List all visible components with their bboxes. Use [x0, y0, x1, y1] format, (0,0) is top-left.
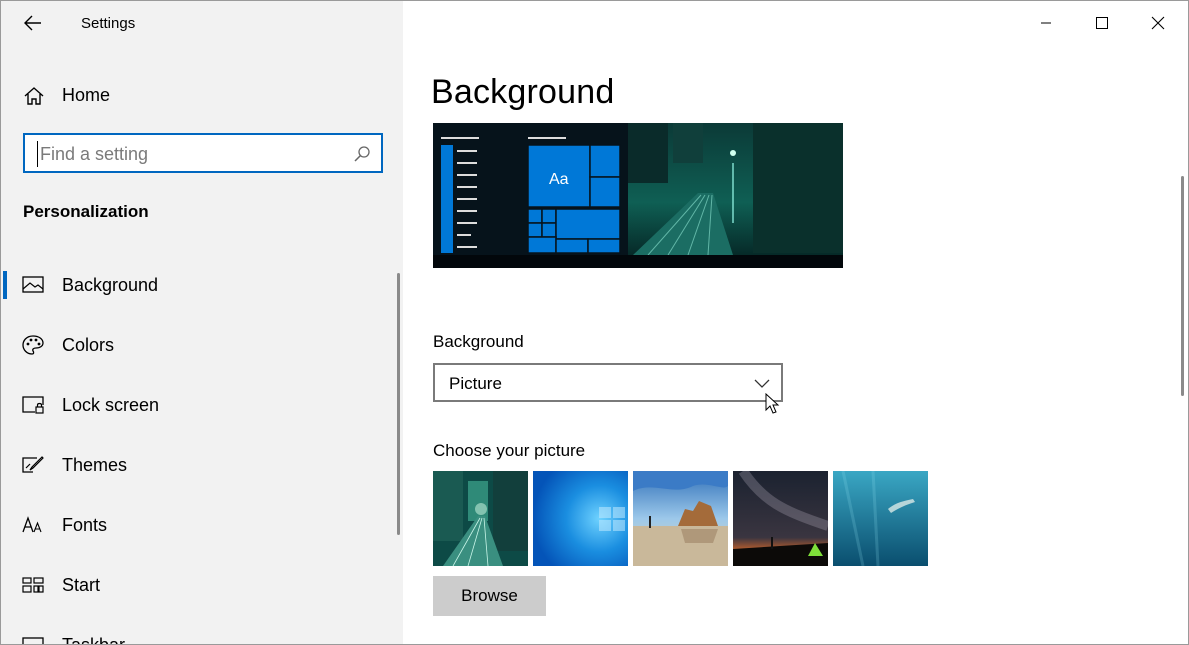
sidebar-item-taskbar[interactable]: Taskbar [1, 623, 397, 645]
minimize-button[interactable] [1031, 9, 1061, 37]
background-label: Background [433, 332, 524, 351]
sidebar-item-label: Home [62, 85, 111, 105]
back-button[interactable] [19, 11, 47, 35]
close-icon [1151, 16, 1165, 30]
close-button[interactable] [1143, 9, 1173, 37]
sidebar-item-label: Start [62, 575, 101, 595]
sidebar-item-label: Taskbar [62, 635, 126, 645]
mouse-cursor-icon [765, 393, 780, 414]
sidebar-item-lock-screen[interactable]: Lock screen [1, 383, 397, 427]
sidebar-item-home[interactable]: Home [1, 75, 403, 115]
picture-thumbnail-4[interactable] [733, 471, 828, 566]
active-indicator [3, 271, 7, 299]
sidebar-item-label: Background [62, 275, 159, 295]
sidebar-item-colors[interactable]: Colors [1, 323, 397, 367]
app-title: Settings [81, 15, 136, 32]
maximize-icon [1096, 17, 1108, 29]
section-title: Personalization [23, 202, 149, 221]
sidebar-item-label: Colors [62, 335, 115, 355]
sidebar-item-label: Themes [62, 455, 128, 475]
maximize-button[interactable] [1087, 9, 1117, 37]
dropdown-value: Picture [449, 374, 502, 393]
picture-thumbnail-3[interactable] [633, 471, 728, 566]
sidebar-item-fonts[interactable]: Fonts [1, 503, 397, 547]
sidebar: Settings Home Personalization Background… [1, 1, 403, 645]
picture-thumbnail-5[interactable] [833, 471, 928, 566]
picture-thumbnail-2[interactable] [533, 471, 628, 566]
sidebar-item-label: Fonts [62, 515, 108, 535]
sidebar-item-background[interactable]: Background [1, 263, 397, 307]
city-night-picture [433, 471, 528, 566]
start-icon [22, 577, 44, 593]
beach-rocks-picture [633, 471, 728, 566]
choose-picture-label: Choose your picture [433, 441, 586, 460]
picture-icon [22, 276, 44, 293]
chevron-down-icon [754, 379, 770, 388]
lock-screen-icon [22, 396, 44, 414]
picture-thumbnail-1[interactable] [433, 471, 528, 566]
sidebar-scrollbar[interactable] [397, 273, 400, 535]
preview-tile-text: Aa [549, 171, 569, 188]
windows-blue-picture [533, 471, 628, 566]
home-icon [24, 87, 44, 105]
search-icon[interactable] [353, 145, 371, 163]
browse-button[interactable]: Browse [433, 576, 546, 616]
search-box[interactable] [23, 133, 383, 173]
underwater-swimmer-picture [833, 471, 928, 566]
sidebar-item-start[interactable]: Start [1, 563, 397, 607]
night-sky-tent-picture [733, 471, 828, 566]
sidebar-item-label: Lock screen [62, 395, 160, 415]
desktop-preview-image [433, 123, 843, 268]
page-title: Background [431, 73, 615, 111]
palette-icon [22, 335, 44, 355]
settings-window: Settings Home Personalization Background… [0, 0, 1189, 645]
back-arrow-icon [24, 15, 41, 31]
background-dropdown[interactable]: Picture [433, 363, 783, 402]
background-preview: Aa [433, 123, 843, 268]
fonts-icon [22, 516, 42, 533]
minimize-icon [1041, 22, 1051, 24]
themes-brush-icon [22, 456, 44, 473]
sidebar-item-themes[interactable]: Themes [1, 443, 397, 487]
main-scrollbar[interactable] [1181, 176, 1184, 396]
taskbar-icon [22, 637, 44, 644]
search-input[interactable] [37, 141, 337, 167]
